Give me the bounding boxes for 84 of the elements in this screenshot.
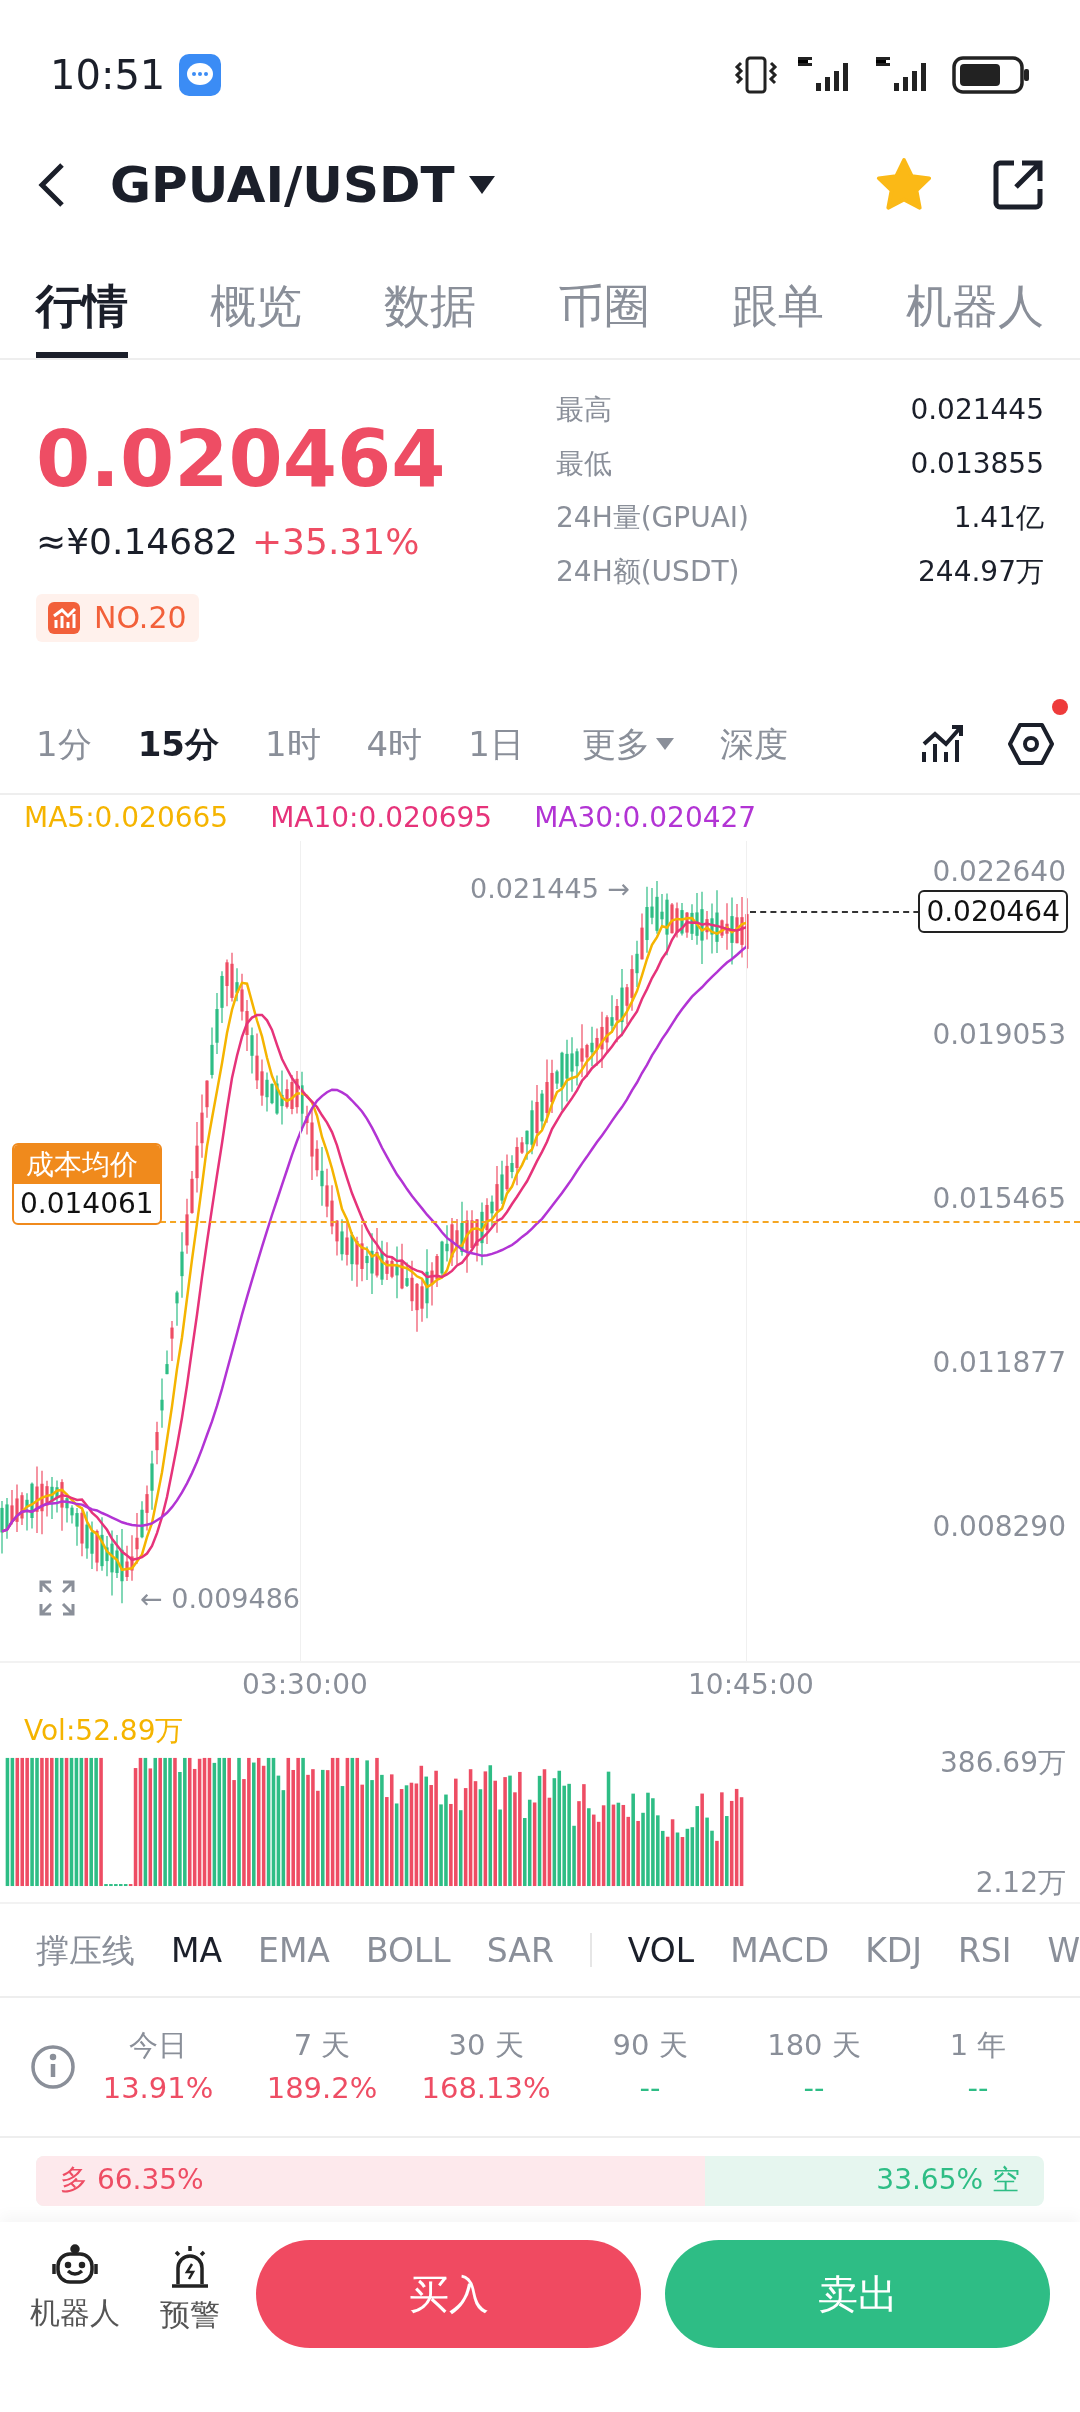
interval-tab[interactable]: 1日 xyxy=(468,727,524,761)
period-label: 今日 xyxy=(129,2031,187,2060)
indicator-tab[interactable]: VOL xyxy=(627,1933,695,1967)
price-change: +35.31% xyxy=(251,524,420,560)
long-share-label: 多 66.35% xyxy=(60,2166,204,2194)
interval-tab[interactable]: 4时 xyxy=(366,727,423,761)
indicator-tab[interactable]: MA xyxy=(171,1933,223,1967)
message-app-icon xyxy=(179,54,222,96)
period-return: 13.91% xyxy=(102,2074,214,2103)
stat-label: 24H额(USDT) xyxy=(556,556,740,588)
period-return: -- xyxy=(639,2074,661,2103)
stat-label: 最高 xyxy=(556,394,612,426)
short-share-label: 33.65% 空 xyxy=(876,2166,1020,2194)
back-icon[interactable] xyxy=(36,161,66,209)
cost-price-value: 0.014061 xyxy=(19,1186,155,1222)
price-axis-label: 0.008290 xyxy=(932,1513,1066,1541)
price-axis-label: 0.011877 xyxy=(932,1349,1066,1377)
share-icon[interactable] xyxy=(992,159,1044,211)
pair-selector[interactable]: GPUAI/USDT xyxy=(110,160,495,210)
status-time: 10:51 xyxy=(50,51,166,100)
low-price-marker: ← 0.009486 xyxy=(140,1585,301,1612)
indicator-tab[interactable]: BOLL xyxy=(365,1933,451,1967)
tab[interactable]: 概览 xyxy=(210,258,302,358)
period-return: 189.2% xyxy=(266,2074,378,2103)
period-label: 180 天 xyxy=(767,2031,861,2060)
volume-label: Vol:52.89万 xyxy=(24,1717,184,1745)
tab[interactable]: 数据 xyxy=(384,258,476,358)
info-icon[interactable] xyxy=(30,2044,76,2090)
period-label: 30 天 xyxy=(448,2031,524,2060)
last-price-tag: 0.020464 xyxy=(918,890,1068,933)
cost-price-label: 成本均价 xyxy=(14,1145,160,1184)
stat-label: 最低 xyxy=(556,448,612,480)
ma-legend: MA30:0.020427 xyxy=(534,804,757,832)
indicator-tab[interactable]: W xyxy=(1047,1933,1080,1967)
high-price-marker: 0.021445 → xyxy=(470,875,631,902)
ma-legend: MA10:0.020695 xyxy=(270,804,493,832)
interval-tab[interactable]: 深度 xyxy=(719,727,788,761)
fullscreen-icon[interactable] xyxy=(38,1579,76,1617)
period-label: 7 天 xyxy=(293,2031,351,2060)
indicator-tab[interactable]: KDJ xyxy=(865,1933,922,1967)
indicator-tab[interactable]: SAR xyxy=(486,1933,554,1967)
interval-tab[interactable]: 15分 xyxy=(137,727,219,761)
tab[interactable]: 行情 xyxy=(36,258,128,358)
buy-button[interactable]: 买入 xyxy=(256,2240,641,2348)
stat-label: 24H量(GPUAI) xyxy=(556,502,750,534)
tab[interactable]: 机器人 xyxy=(906,258,1044,358)
cny-price: ≈¥0.14682 xyxy=(36,524,238,560)
tab[interactable]: 币圈 xyxy=(558,258,650,358)
period-return: -- xyxy=(803,2074,825,2103)
interval-tab[interactable]: 更多 xyxy=(581,727,674,761)
bottom-action[interactable]: 机器人 xyxy=(30,2244,120,2330)
stat-value: 0.013855 xyxy=(910,448,1044,480)
ma-legend: MA5:0.020665 xyxy=(24,804,229,832)
chart-icon xyxy=(48,602,80,634)
caret-icon xyxy=(468,174,495,196)
settings-icon[interactable] xyxy=(1008,721,1054,767)
rank-label: NO.20 xyxy=(94,603,187,633)
bottom-action[interactable]: 预警 xyxy=(160,2244,220,2330)
indicator-tab[interactable]: MACD xyxy=(730,1933,830,1967)
period-return: 168.13% xyxy=(421,2074,551,2103)
indicator-tab[interactable]: EMA xyxy=(258,1933,330,1967)
last-price: 0.020464 xyxy=(36,420,447,498)
caret-icon xyxy=(655,737,674,751)
tab[interactable]: 跟单 xyxy=(732,258,824,358)
period-return: -- xyxy=(967,2074,989,2103)
period-label: 90 天 xyxy=(612,2031,688,2060)
interval-tab[interactable]: 1时 xyxy=(264,727,321,761)
indicator-tab[interactable]: 撑压线 xyxy=(36,1933,135,1967)
volume-axis-label: 2.12万 xyxy=(975,1869,1066,1897)
volume-axis-label: 386.69万 xyxy=(940,1749,1066,1777)
price-axis-label: 0.022640 xyxy=(932,858,1066,886)
time-axis-label: 10:45:00 xyxy=(688,1671,814,1699)
battery-icon xyxy=(952,56,1030,94)
period-label: 1 年 xyxy=(949,2031,1007,2060)
indicator-tab[interactable]: RSI xyxy=(957,1933,1012,1967)
interval-tab[interactable]: 1分 xyxy=(36,727,92,761)
price-axis-label: 0.019053 xyxy=(932,1021,1066,1049)
vibrate-icon xyxy=(734,55,778,95)
sell-button[interactable]: 卖出 xyxy=(665,2240,1050,2348)
time-axis-label: 03:30:00 xyxy=(242,1671,368,1699)
stat-value: 244.97万 xyxy=(918,556,1044,588)
price-axis-label: 0.015465 xyxy=(932,1185,1066,1213)
stat-value: 0.021445 xyxy=(910,394,1044,426)
stat-value: 1.41亿 xyxy=(953,502,1044,534)
